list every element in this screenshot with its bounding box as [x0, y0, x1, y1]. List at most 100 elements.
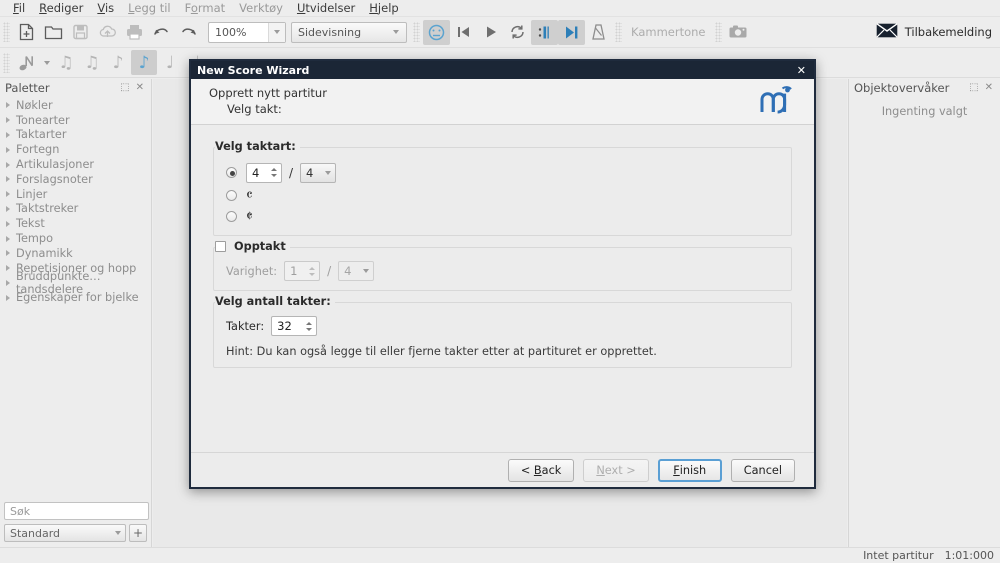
save-icon[interactable]	[67, 20, 94, 45]
duration-32nd-button[interactable]: ♫	[79, 50, 105, 75]
rewind-to-start-icon[interactable]	[450, 20, 477, 45]
pickup-checkbox[interactable]: Opptakt	[215, 240, 290, 253]
zoom-combobox[interactable]: 100%	[208, 21, 286, 43]
menu-hjelp[interactable]: Hjelp	[362, 0, 405, 17]
time-signature-numerator-spinbox[interactable]: 4	[246, 162, 282, 183]
chevron-right-icon	[6, 131, 10, 138]
time-signature-cut-row[interactable]: 𝄵	[226, 207, 779, 225]
radio-common-time[interactable]	[226, 189, 237, 201]
spin-down-icon[interactable]	[308, 272, 315, 276]
palette-item-bjelke[interactable]: Egenskaper for bjelke	[0, 290, 151, 305]
measures-spinbox[interactable]: 32	[271, 316, 318, 336]
undo-icon[interactable]	[148, 20, 175, 45]
dialog-footer: < Back Next > Finish Cancel	[191, 452, 814, 487]
menu-vis[interactable]: Vis	[90, 0, 121, 17]
duration-64th-button[interactable]: ♫	[53, 50, 79, 75]
undock-icon[interactable]: ⬚	[966, 82, 981, 93]
palette-search-input[interactable]: Søk	[4, 502, 149, 520]
redo-icon[interactable]	[175, 20, 202, 45]
radio-cut-time[interactable]	[226, 210, 237, 222]
chevron-down-icon[interactable]	[388, 23, 404, 42]
palette-item-nokler[interactable]: Nøkler	[0, 98, 151, 113]
palette-item-artikulasjoner[interactable]: Artikulasjoner	[0, 157, 151, 172]
palette-item-linjer[interactable]: Linjer	[0, 187, 151, 202]
chevron-down-icon[interactable]	[115, 525, 122, 541]
finish-button[interactable]: Finish	[657, 458, 722, 482]
duration-quarter-button[interactable]: ♩	[157, 50, 183, 75]
feedback-button[interactable]: Tilbakemelding	[875, 23, 992, 41]
close-icon[interactable]: ✕	[795, 64, 808, 77]
count-in-icon[interactable]	[558, 19, 585, 45]
time-signature-denominator-combobox[interactable]: 4	[300, 162, 337, 183]
spin-up-icon[interactable]	[270, 168, 277, 171]
chevron-down-icon[interactable]	[325, 164, 332, 182]
spin-up-icon[interactable]	[308, 266, 315, 270]
duration-8th-button[interactable]: ♪	[131, 50, 157, 75]
palette-item-fortegn[interactable]: Fortegn	[0, 142, 151, 157]
concert-pitch-grip[interactable]	[615, 22, 622, 42]
view-mode-combobox[interactable]: Sidevisning	[291, 21, 407, 43]
spin-up-icon[interactable]	[305, 321, 312, 325]
print-icon[interactable]	[121, 20, 148, 45]
capture-grip[interactable]	[714, 22, 722, 42]
playback-toolbar-grip[interactable]	[413, 22, 420, 42]
palette-item-forslagsnoter[interactable]: Forslagsnoter	[0, 172, 151, 187]
metronome-icon[interactable]	[585, 20, 612, 45]
chevron-down-icon[interactable]	[268, 22, 285, 42]
spin-arrows[interactable]	[306, 263, 317, 279]
note-input-mode-icon[interactable]	[13, 50, 40, 75]
menu-verktoy[interactable]: Verktøy	[232, 0, 290, 17]
toolbar-grip[interactable]	[3, 22, 10, 42]
spin-arrows[interactable]	[268, 165, 279, 181]
back-button[interactable]: < Back	[507, 458, 575, 482]
palette-item-dynamikk[interactable]: Dynamikk	[0, 246, 151, 261]
pickup-checkbox-box[interactable]	[215, 241, 226, 252]
palette-item-taktstreker[interactable]: Taktstreker	[0, 202, 151, 217]
open-folder-icon[interactable]	[40, 20, 67, 45]
menu-fil[interactable]: Fil	[6, 0, 32, 17]
time-signature-common-row[interactable]: 𝄴	[226, 186, 779, 204]
zoom-value: 100%	[215, 25, 247, 39]
spin-arrows[interactable]	[303, 318, 314, 334]
undock-icon[interactable]: ⬚	[117, 82, 132, 93]
note-toolbar-grip[interactable]	[3, 52, 10, 73]
pickup-denominator-combobox[interactable]: 4	[338, 261, 375, 281]
add-workspace-button[interactable]: +	[129, 524, 147, 542]
palette-item-tekst[interactable]: Tekst	[0, 216, 151, 231]
inspector-panel: Objektovervåker ⬚ ✕ Ingenting valgt	[848, 79, 1000, 547]
cancel-button[interactable]: Cancel	[730, 458, 795, 482]
pickup-numerator-spinbox[interactable]: 1	[284, 261, 321, 281]
play-repeats-icon[interactable]	[531, 19, 558, 45]
concert-pitch-label[interactable]: Kammertone	[625, 25, 712, 39]
palette-item-tempo[interactable]: Tempo	[0, 231, 151, 246]
spin-down-icon[interactable]	[305, 327, 312, 331]
next-button[interactable]: Next >	[583, 458, 649, 482]
chevron-down-icon[interactable]	[363, 262, 370, 280]
radio-custom-time[interactable]	[226, 167, 237, 178]
loop-playback-icon[interactable]	[504, 20, 531, 45]
close-icon[interactable]: ✕	[982, 82, 996, 93]
dialog-title-bar[interactable]: New Score Wizard ✕	[191, 61, 814, 79]
palette-item-taktarter[interactable]: Taktarter	[0, 128, 151, 143]
palette-item-bruddpunkter[interactable]: Bruddpunkte…tandsdelere	[0, 270, 151, 296]
note-input-dropdown[interactable]	[40, 50, 53, 75]
palette-item-tonearter[interactable]: Tonearter	[0, 113, 151, 128]
chevron-right-icon	[6, 220, 10, 227]
save-online-cloud-icon[interactable]	[94, 20, 121, 45]
play-icon[interactable]	[477, 20, 504, 45]
image-capture-camera-icon[interactable]	[725, 20, 752, 45]
new-document-icon[interactable]	[13, 20, 40, 45]
duration-16th-button[interactable]: ♪	[105, 50, 131, 75]
palettes-footer: Søk Standard +	[0, 499, 151, 547]
close-icon[interactable]: ✕	[133, 82, 147, 93]
palettes-list: Nøkler Tonearter Taktarter Fortegn Artik…	[0, 96, 151, 499]
menu-format[interactable]: Format	[178, 0, 233, 17]
workspace-combobox[interactable]: Standard	[4, 524, 127, 542]
play-panel-icon[interactable]	[423, 19, 450, 45]
menu-rediger[interactable]: Rediger	[32, 0, 90, 17]
menu-legg-til[interactable]: Legg til	[121, 0, 177, 17]
menu-utvidelser[interactable]: Utvidelser	[290, 0, 362, 17]
time-signature-custom-row[interactable]: 4 / 4	[226, 162, 779, 183]
note-16th-icon: ♪	[112, 52, 124, 73]
spin-down-icon[interactable]	[270, 174, 277, 177]
